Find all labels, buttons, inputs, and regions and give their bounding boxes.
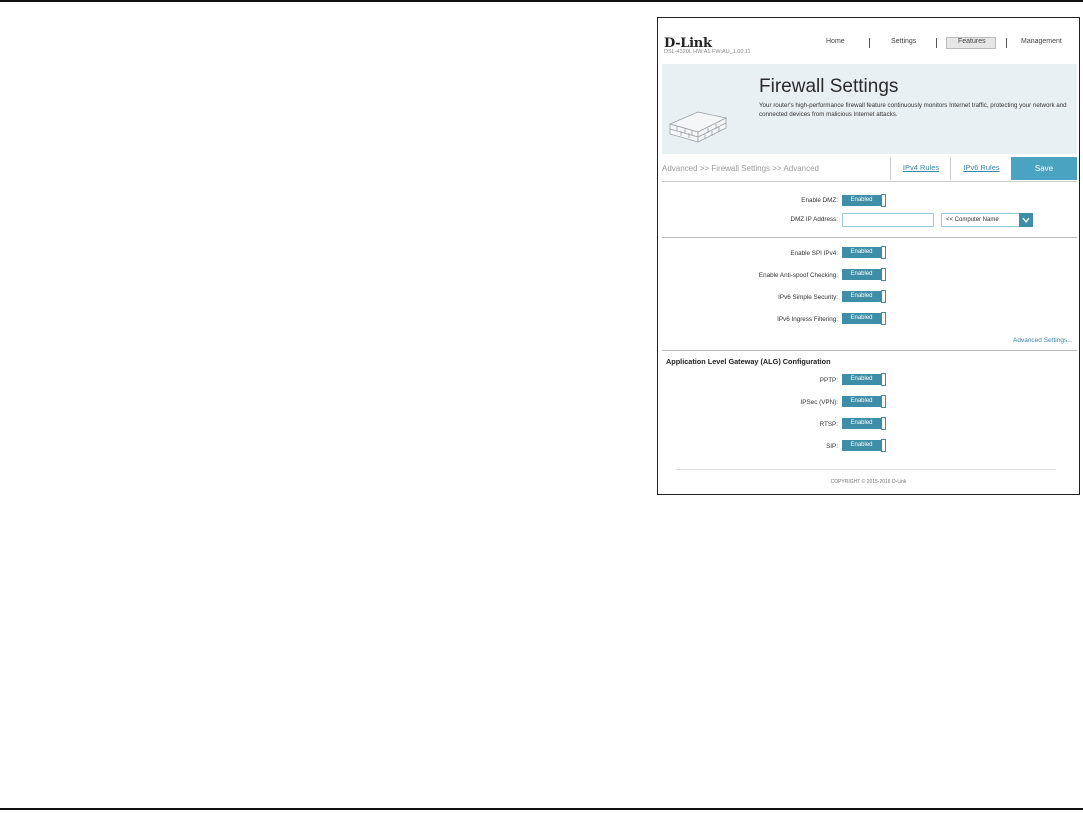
toggle-state: Enabled — [842, 269, 881, 280]
toggle-knob — [881, 312, 886, 325]
page-description: Your router's high-performance firewall … — [759, 102, 1067, 118]
save-button[interactable]: Save — [1011, 157, 1077, 180]
sip-label: SIP: — [826, 443, 838, 450]
section-divider — [662, 350, 1077, 351]
enable-dmz-toggle[interactable]: Enabled — [842, 194, 887, 207]
tab-ipv4-rules[interactable]: IPv4 Rules — [890, 157, 951, 180]
toggle-knob — [881, 395, 886, 408]
nav-separator — [1006, 38, 1007, 48]
ipsec-vpn-toggle[interactable]: Enabled — [842, 395, 887, 408]
toggle-knob — [881, 246, 886, 259]
rtsp-toggle[interactable]: Enabled — [842, 417, 887, 430]
page-bottom-rule — [0, 808, 1083, 810]
spi-ipv4-label: Enable SPI IPv4: — [790, 250, 838, 257]
anti-spoof-label: Enable Anti-spoof Checking: — [758, 272, 838, 279]
dmz-ip-input[interactable] — [842, 213, 934, 227]
router-screenshot: D-Link DSL-4320L HW:A1 FW:AU_1.00.11 Hom… — [657, 17, 1080, 495]
brick-wall-icon — [668, 111, 728, 143]
pptp-label: PPTP: — [819, 377, 838, 384]
alg-section-title: Application Level Gateway (ALG) Configur… — [666, 357, 831, 366]
section-divider — [662, 237, 1077, 238]
toggle-knob — [881, 268, 886, 281]
ipsec-vpn-label: IPSec (VPN): — [800, 399, 838, 406]
toggle-state: Enabled — [842, 396, 881, 407]
toggle-state: Enabled — [842, 195, 881, 206]
dmz-ip-label: DMZ IP Address: — [790, 216, 838, 223]
toggle-knob — [881, 417, 886, 430]
enable-dmz-label: Enable DMZ: — [801, 197, 838, 204]
nav-settings[interactable]: Settings — [891, 38, 916, 45]
ipv6-ingress-filtering-label: IPv6 Ingress Filtering: — [777, 316, 838, 323]
toggle-state: Enabled — [842, 247, 881, 258]
toggle-state: Enabled — [842, 374, 881, 385]
toggle-knob — [881, 439, 886, 452]
toggle-state: Enabled — [842, 440, 881, 451]
model-info: DSL-4320L HW:A1 FW:AU_1.00.11 — [664, 49, 751, 55]
page-top-rule — [0, 0, 1083, 2]
toggle-knob — [881, 373, 886, 386]
rtsp-label: RTSP: — [819, 421, 838, 428]
page-banner: Firewall Settings Your router's high-per… — [662, 64, 1077, 154]
pptp-toggle[interactable]: Enabled — [842, 373, 887, 386]
ipv6-simple-security-label: IPv6 Simple Security: — [778, 294, 838, 301]
chevron-down-icon[interactable] — [1019, 213, 1033, 227]
toggle-state: Enabled — [842, 291, 881, 302]
header: D-Link DSL-4320L HW:A1 FW:AU_1.00.11 Hom… — [658, 18, 1079, 64]
nav-separator — [869, 38, 870, 48]
tab-ipv6-rules[interactable]: IPv6 Rules — [950, 157, 1012, 180]
computer-name-select[interactable]: << Computer Name — [941, 213, 1033, 227]
nav-features[interactable]: Features — [958, 38, 986, 45]
page-title: Firewall Settings — [759, 76, 899, 97]
toggle-knob — [881, 194, 886, 207]
toggle-state: Enabled — [842, 418, 881, 429]
sip-toggle[interactable]: Enabled — [842, 439, 887, 452]
toggle-knob — [881, 290, 886, 303]
anti-spoof-toggle[interactable]: Enabled — [842, 268, 887, 281]
nav-separator — [936, 38, 937, 48]
footer-divider — [676, 469, 1056, 470]
nav-home[interactable]: Home — [826, 38, 845, 45]
toggle-state: Enabled — [842, 313, 881, 324]
ipv6-simple-security-toggle[interactable]: Enabled — [842, 290, 887, 303]
spi-ipv4-toggle[interactable]: Enabled — [842, 246, 887, 259]
ipv6-ingress-filtering-toggle[interactable]: Enabled — [842, 312, 887, 325]
advanced-settings-link[interactable]: Advanced Settings... — [1013, 337, 1073, 344]
tab-bar: Advanced >> Firewall Settings >> Advance… — [662, 157, 1077, 182]
nav-management[interactable]: Management — [1021, 38, 1062, 45]
breadcrumb: Advanced >> Firewall Settings >> Advance… — [662, 164, 819, 173]
computer-name-select-value: << Computer Name — [946, 217, 999, 223]
copyright-text: COPYRIGHT © 2015-2016 D-Link — [830, 479, 907, 485]
